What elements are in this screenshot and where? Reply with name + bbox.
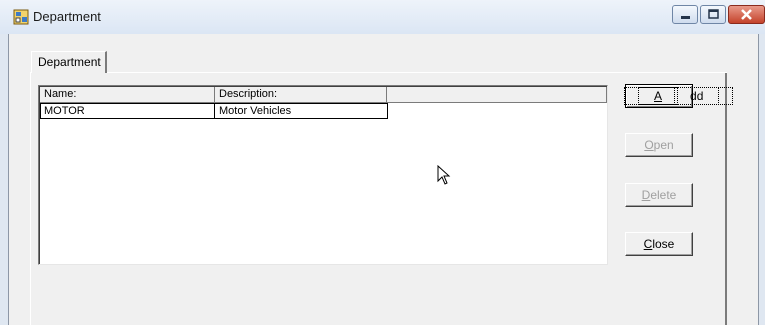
mouse-cursor-icon [437, 165, 451, 185]
minimize-button[interactable] [672, 5, 698, 24]
department-list[interactable]: Name: Description: MOTOR Motor Vehicles [38, 85, 608, 265]
tab-department[interactable]: Department [31, 51, 107, 73]
department-app-icon [13, 9, 29, 25]
open-rest: pen [653, 138, 674, 152]
window-left-border [0, 34, 9, 325]
cell-name: MOTOR [41, 104, 215, 118]
tab-label: Department [38, 55, 101, 69]
cell-description: Motor Vehicles [219, 105, 292, 117]
close-icon [741, 9, 752, 20]
add-rest: dd [673, 87, 720, 105]
close-window-button[interactable] [728, 5, 765, 24]
close-rest: lose [652, 237, 675, 251]
open-button[interactable]: Open [625, 133, 693, 157]
column-header-description[interactable]: Description: [215, 87, 387, 103]
close-button[interactable]: Close [625, 232, 693, 256]
column-header-blank[interactable] [387, 87, 607, 103]
add-mnemonic: A [637, 87, 679, 105]
maximize-icon [708, 9, 719, 19]
open-mnemonic: O [644, 138, 654, 152]
window-right-border [758, 34, 765, 325]
window-title: Department [33, 9, 101, 24]
table-row[interactable]: MOTOR Motor Vehicles [40, 103, 388, 119]
add-button[interactable]: Add [623, 84, 734, 108]
delete-button[interactable]: Delete [625, 183, 693, 207]
title-bar[interactable]: Department [0, 0, 765, 35]
add-button-label: Add [623, 87, 734, 105]
tab-panel-top-edge [107, 72, 727, 73]
column-header-name[interactable]: Name: [40, 87, 215, 103]
delete-mnemonic: D [641, 188, 651, 202]
minimize-icon [681, 16, 690, 19]
delete-rest: elete [650, 188, 677, 202]
maximize-button[interactable] [700, 5, 726, 24]
